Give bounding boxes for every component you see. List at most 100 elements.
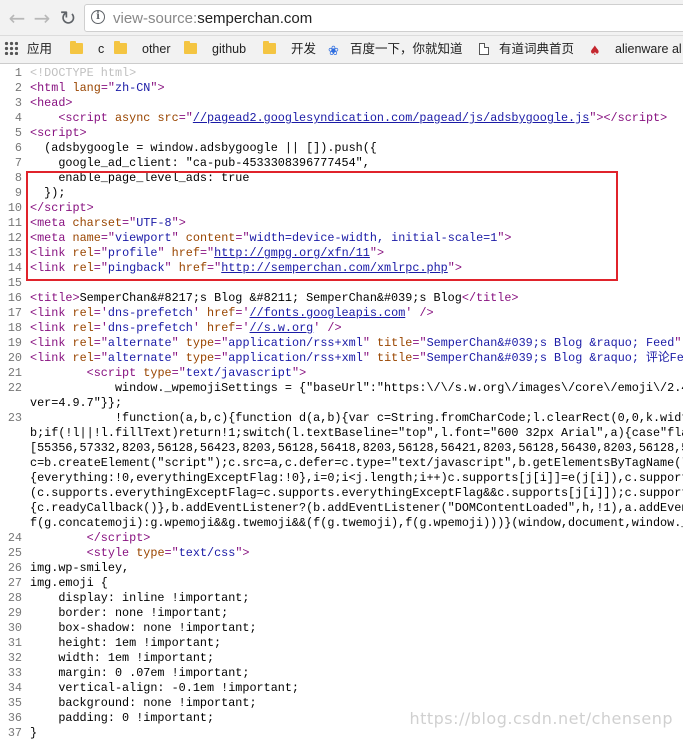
line-code: <link rel='dns-prefetch' href='//s.w.org… [30, 321, 342, 335]
folder-icon [263, 41, 276, 54]
bookmarks-bar: 应用 c other github 开发 ❀ 百度一下，你就知道 有道词典首页 ♠… [0, 36, 683, 64]
info-icon[interactable]: i [91, 10, 105, 24]
bookmark-label: alienware al [615, 42, 682, 56]
line-code: }); [30, 186, 66, 200]
line-code: <meta charset="UTF-8"> [30, 216, 186, 230]
bookmark-label: 开发 [291, 42, 317, 56]
bookmark-label: 有道词典首页 [499, 42, 575, 56]
bookmark-apps[interactable]: 应用 [4, 36, 52, 63]
line-number: 14 [7, 261, 22, 275]
line-number: 29 [7, 606, 22, 620]
line-number: 24 [7, 531, 22, 545]
apps-grid-icon [4, 41, 18, 55]
bookmark-youdao[interactable]: 有道词典首页 [479, 36, 574, 63]
back-button[interactable]: ← [5, 6, 29, 30]
line-number: 16 [7, 291, 22, 305]
line-code: <html lang="zh-CN"> [30, 81, 165, 95]
line-number: 9 [14, 186, 22, 200]
line-number: 6 [14, 141, 22, 155]
line-number: 37 [7, 726, 22, 740]
line-number: 34 [7, 681, 22, 695]
line-number: 33 [7, 666, 22, 680]
line-number: 31 [7, 636, 22, 650]
reload-button[interactable]: ↻ [56, 6, 80, 30]
line-number: 30 [7, 621, 22, 635]
line-code: c=b.createElement("script");c.src=a,c.de… [30, 456, 683, 470]
line-number: 21 [7, 366, 22, 380]
line-number: 11 [7, 216, 22, 230]
line-number: 20 [7, 351, 22, 365]
line-number: 5 [14, 126, 22, 140]
line-number: 35 [7, 696, 22, 710]
bookmark-label: c [98, 42, 105, 56]
line-number: 27 [7, 576, 22, 590]
bookmark-folder-other[interactable]: other [114, 36, 171, 63]
line-code: padding: 0 !important; [30, 711, 215, 725]
line-number: 4 [14, 111, 22, 125]
line-number: 13 [7, 246, 22, 260]
line-number: 7 [14, 156, 22, 170]
bookmark-folder-c[interactable]: c [70, 36, 104, 63]
browser-toolbar: ← → ↻ i view-source:semperchan.com [0, 0, 683, 36]
line-code: <link rel='dns-prefetch' href='//fonts.g… [30, 306, 434, 320]
line-code: <meta name="viewport" content="width=dev… [30, 231, 512, 245]
line-code: } [30, 726, 38, 740]
bookmark-label: other [142, 42, 171, 56]
line-code: <link rel="alternate" type="application/… [30, 336, 682, 350]
line-code: ver=4.9.7"}}; [30, 396, 123, 410]
bookmark-folder-dev[interactable]: 开发 [263, 36, 316, 63]
line-number: 10 [7, 201, 22, 215]
line-number: 23 [7, 411, 22, 425]
url-host: semperchan.com [197, 10, 313, 27]
line-number: 28 [7, 591, 22, 605]
line-number: 32 [7, 651, 22, 665]
line-number: 15 [7, 276, 22, 290]
line-code: height: 1em !important; [30, 636, 222, 650]
folder-icon [114, 41, 127, 54]
arrow-left-icon: ← [8, 6, 26, 30]
reload-icon: ↻ [59, 6, 77, 30]
line-code: <script type="text/javascript"> [86, 366, 307, 380]
line-number: 19 [7, 336, 22, 350]
line-code: </script> [30, 201, 94, 215]
folder-icon [184, 41, 197, 54]
address-bar[interactable]: i view-source:semperchan.com [84, 4, 683, 32]
line-number: 8 [14, 171, 22, 185]
line-code: (adsbygoogle = window.adsbygoogle || [])… [30, 141, 377, 155]
line-code: {everything:!0,everythingExceptFlag:!0},… [30, 471, 683, 485]
line-code: <!DOCTYPE html> [30, 66, 137, 80]
line-code: {c.readyCallback()},b.addEventListener?(… [30, 501, 683, 515]
line-code: <link rel="profile" href="http://gmpg.or… [30, 246, 385, 260]
line-code: <script> [30, 126, 87, 140]
line-code: (c.supports.everythingExceptFlag=c.suppo… [30, 486, 683, 500]
line-code: display: inline !important; [30, 591, 250, 605]
line-code: <link rel="alternate" type="application/… [30, 351, 683, 365]
line-code: <style type="text/css"> [86, 546, 250, 560]
bookmark-baidu[interactable]: ❀ 百度一下，你就知道 [328, 36, 463, 63]
brand-icon: ♠ [589, 44, 601, 59]
paw-icon: ❀ [328, 44, 339, 59]
folder-icon [70, 41, 83, 54]
line-number: 25 [7, 546, 22, 560]
line-number: 26 [7, 561, 22, 575]
line-code: </script> [86, 531, 151, 545]
line-number: 3 [14, 96, 22, 110]
line-number: 18 [7, 321, 22, 335]
line-code: border: none !important; [30, 606, 229, 620]
bookmark-alienware[interactable]: ♠ alienware al [589, 36, 682, 63]
line-code: img.emoji { [30, 576, 108, 590]
line-code: width: 1em !important; [30, 651, 215, 665]
page-icon [479, 43, 489, 55]
watermark: https://blog.csdn.net/chensenp [409, 709, 673, 728]
line-code: <link rel="pingback" href="http://semper… [30, 261, 462, 275]
line-code: <title>SemperChan&#8217;s Blog &#8211; S… [30, 291, 519, 305]
arrow-right-icon: → [33, 6, 51, 30]
bookmark-label: 应用 [27, 42, 53, 56]
address-text[interactable]: view-source:semperchan.com [113, 9, 312, 29]
bookmark-folder-github[interactable]: github [184, 36, 246, 63]
line-code: !function(a,b,c){function d(a,b){var c=S… [30, 411, 683, 425]
line-number: 2 [14, 81, 22, 95]
line-code: window._wpemojiSettings = {"baseUrl":"ht… [30, 381, 683, 395]
forward-button[interactable]: → [30, 6, 54, 30]
line-number: 1 [14, 66, 22, 80]
